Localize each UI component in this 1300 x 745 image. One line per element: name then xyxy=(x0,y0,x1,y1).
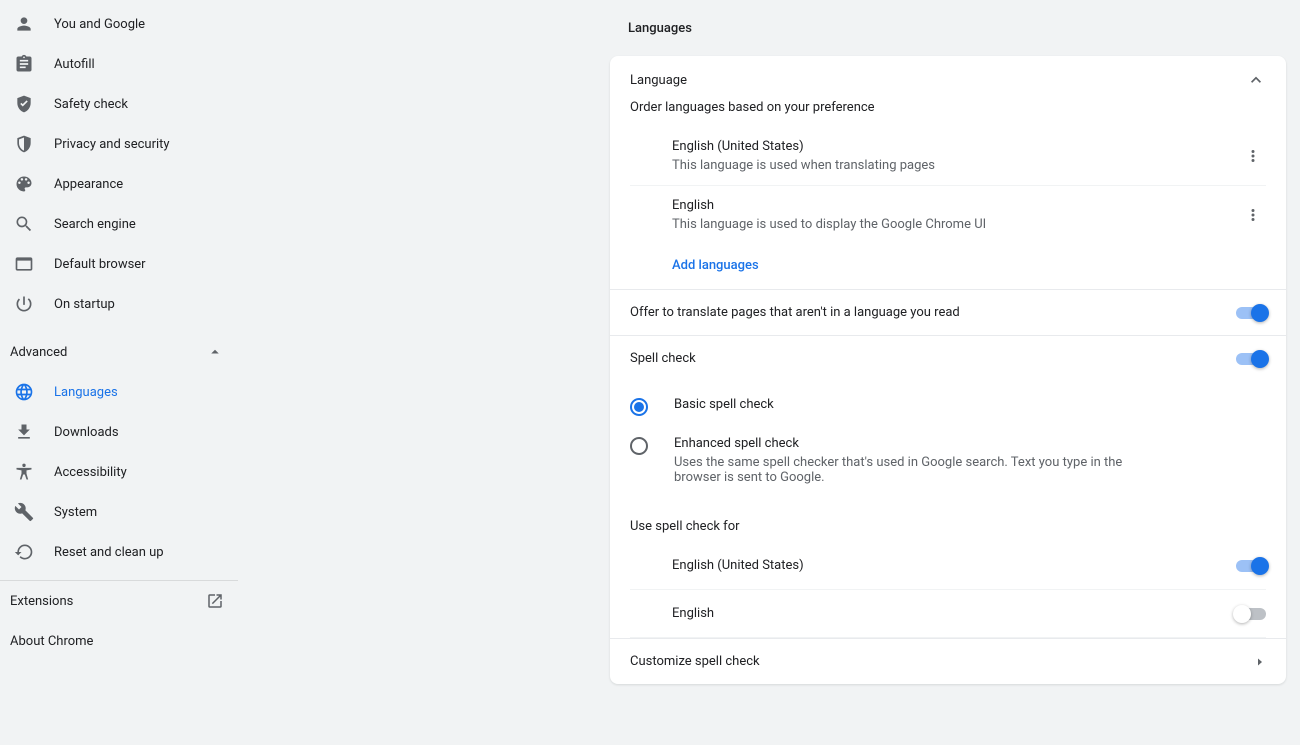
sidebar-item-languages[interactable]: Languages xyxy=(0,372,238,412)
browser-icon xyxy=(14,254,34,274)
shield-icon xyxy=(14,134,34,154)
sidebar-item-privacy-security[interactable]: Privacy and security xyxy=(0,124,238,164)
person-icon xyxy=(14,14,34,34)
language-name: English (United States) xyxy=(672,139,935,154)
sidebar-item-on-startup[interactable]: On startup xyxy=(0,284,238,324)
nav-label: Appearance xyxy=(54,177,123,192)
nav-label: Default browser xyxy=(54,257,146,272)
spell-lang-toggle[interactable] xyxy=(1236,560,1266,572)
nav-label: Reset and clean up xyxy=(54,545,164,560)
spell-lang-name: English xyxy=(672,606,714,621)
customize-spellcheck-row[interactable]: Customize spell check xyxy=(610,639,1286,684)
page-title: Languages xyxy=(628,21,1300,36)
toggle-label: Offer to translate pages that aren't in … xyxy=(630,305,960,320)
radio-basic-spellcheck[interactable]: Basic spell check xyxy=(630,387,1266,426)
spellcheck-radio-group: Basic spell check Enhanced spell check U… xyxy=(610,381,1286,509)
sidebar-item-autofill[interactable]: Autofill xyxy=(0,44,238,84)
languages-card: Language Order languages based on your p… xyxy=(610,56,1286,684)
spellcheck-section: Spell check Basic spell check Enhanced s… xyxy=(610,336,1286,639)
add-languages-row: Add languages xyxy=(630,244,1266,289)
section-title: Language xyxy=(630,73,687,88)
sidebar-item-default-browser[interactable]: Default browser xyxy=(0,244,238,284)
nav-label: Languages xyxy=(54,385,118,400)
radio-description: Uses the same spell checker that's used … xyxy=(674,455,1154,485)
sidebar: You and Google Autofill Safety check Pri… xyxy=(0,0,238,745)
spellcheck-language-row: English (United States) xyxy=(630,542,1266,590)
radio-icon xyxy=(630,437,648,455)
order-hint: Order languages based on your preference xyxy=(610,100,1286,127)
language-desc: This language is used when translating p… xyxy=(672,158,935,173)
spellcheck-toggle-row: Spell check xyxy=(610,336,1286,381)
nav-label: You and Google xyxy=(54,17,145,32)
use-spellcheck-for-label: Use spell check for xyxy=(610,509,1286,542)
sidebar-item-downloads[interactable]: Downloads xyxy=(0,412,238,452)
sidebar-item-reset[interactable]: Reset and clean up xyxy=(0,532,238,572)
sidebar-item-you-and-google[interactable]: You and Google xyxy=(0,4,238,44)
sidebar-item-accessibility[interactable]: Accessibility xyxy=(0,452,238,492)
search-icon xyxy=(14,214,34,234)
nav-label: Privacy and security xyxy=(54,137,170,152)
chevron-right-icon xyxy=(1254,656,1266,668)
language-desc: This language is used to display the Goo… xyxy=(672,217,986,232)
sidebar-item-appearance[interactable]: Appearance xyxy=(0,164,238,204)
nav-label: Search engine xyxy=(54,217,136,232)
restore-icon xyxy=(14,542,34,562)
language-list: English (United States) This language is… xyxy=(610,127,1286,289)
radio-label: Basic spell check xyxy=(674,397,774,412)
more-options-button[interactable] xyxy=(1240,143,1266,169)
chevron-up-icon xyxy=(206,343,224,361)
language-section-header[interactable]: Language xyxy=(610,56,1286,100)
globe-icon xyxy=(14,382,34,402)
spellcheck-language-row: English xyxy=(630,590,1266,638)
nav-label: Autofill xyxy=(54,57,95,72)
translate-toggle-row: Offer to translate pages that aren't in … xyxy=(610,289,1286,336)
toggle-label: Spell check xyxy=(630,351,696,366)
nav-label: On startup xyxy=(54,297,115,312)
spellcheck-language-list: English (United States) English xyxy=(610,542,1286,638)
sidebar-item-search-engine[interactable]: Search engine xyxy=(0,204,238,244)
customize-label: Customize spell check xyxy=(630,654,760,669)
language-name: English xyxy=(672,198,986,213)
nav-label: Advanced xyxy=(10,345,67,360)
radio-enhanced-spellcheck[interactable]: Enhanced spell check Uses the same spell… xyxy=(630,426,1266,495)
language-row: English This language is used to display… xyxy=(630,186,1266,244)
nav-label: Safety check xyxy=(54,97,128,112)
palette-icon xyxy=(14,174,34,194)
spell-lang-name: English (United States) xyxy=(672,558,804,573)
wrench-icon xyxy=(14,502,34,522)
spell-lang-toggle[interactable] xyxy=(1236,608,1266,620)
more-options-button[interactable] xyxy=(1240,202,1266,228)
chevron-up-icon xyxy=(1246,70,1266,90)
radio-icon xyxy=(630,398,648,416)
nav-label: Accessibility xyxy=(54,465,127,480)
add-languages-link[interactable]: Add languages xyxy=(672,258,759,273)
nav-label: Extensions xyxy=(10,594,73,609)
open-external-icon xyxy=(206,592,224,610)
sidebar-item-extensions[interactable]: Extensions xyxy=(0,581,238,621)
radio-label: Enhanced spell check xyxy=(674,436,1154,451)
sidebar-item-system[interactable]: System xyxy=(0,492,238,532)
shield-check-icon xyxy=(14,94,34,114)
clipboard-icon xyxy=(14,54,34,74)
accessibility-icon xyxy=(14,462,34,482)
nav-label: About Chrome xyxy=(10,634,93,649)
sidebar-section-advanced[interactable]: Advanced xyxy=(0,332,238,372)
power-icon xyxy=(14,294,34,314)
download-icon xyxy=(14,422,34,442)
nav-label: Downloads xyxy=(54,425,119,440)
sidebar-item-about[interactable]: About Chrome xyxy=(0,621,238,661)
language-row: English (United States) This language is… xyxy=(630,127,1266,186)
translate-toggle[interactable] xyxy=(1236,307,1266,319)
spellcheck-toggle[interactable] xyxy=(1236,353,1266,365)
sidebar-item-safety-check[interactable]: Safety check xyxy=(0,84,238,124)
main-content: Languages Language Order languages based… xyxy=(238,0,1300,745)
nav-label: System xyxy=(54,505,97,520)
